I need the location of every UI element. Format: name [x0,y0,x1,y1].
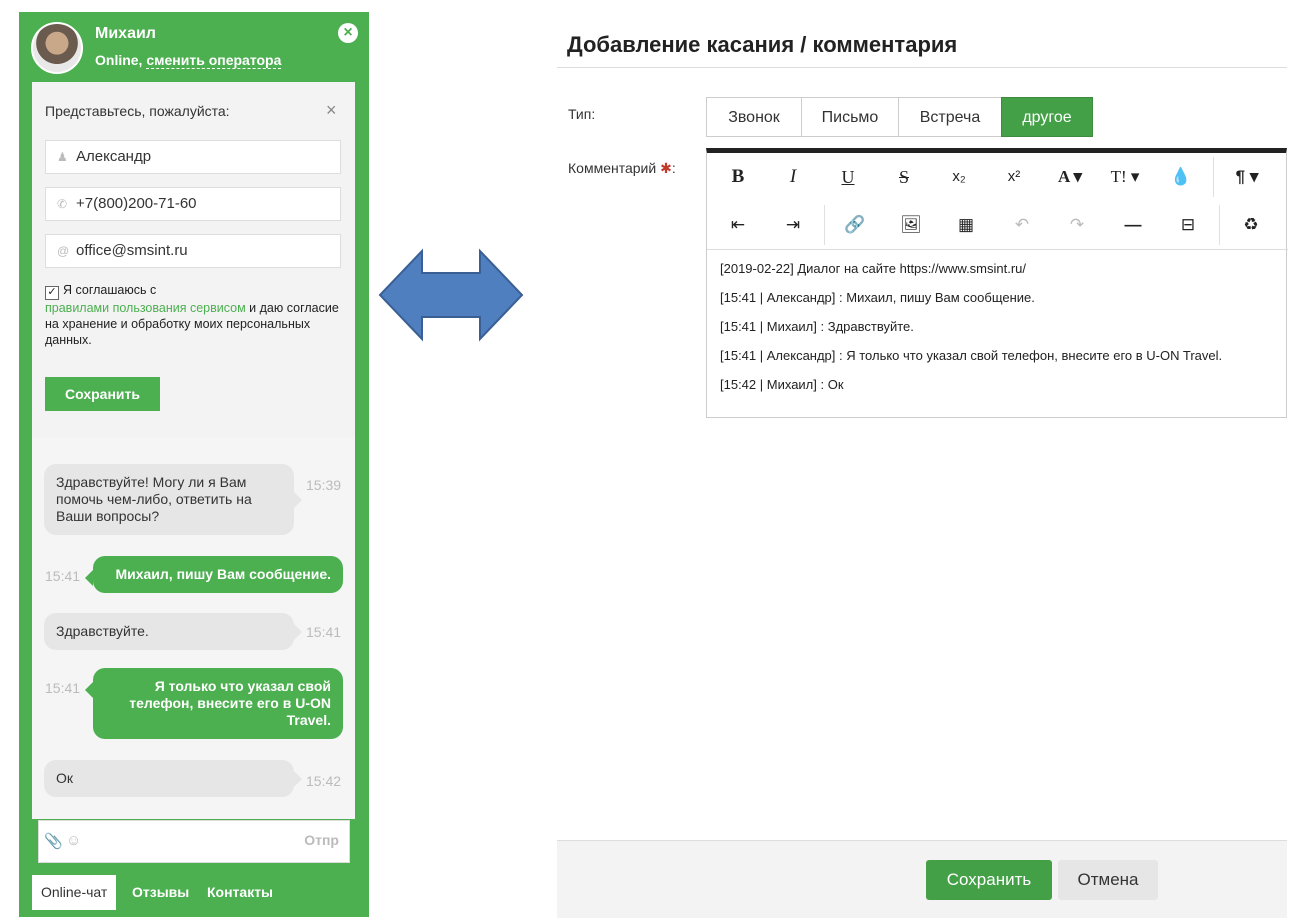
chat-header: Михаил Online, сменить оператора × [19,12,369,82]
page-break-icon[interactable]: ⊟ [1168,205,1208,245]
indent-icon[interactable]: ⇥ [773,205,813,245]
message-time: 15:41 [306,624,342,640]
phone-icon: ✆ [57,197,68,211]
comment-line: [15:41 | Александр] : Михаил, пишу Вам с… [720,290,1035,305]
comment-line: [15:41 | Михаил] : Здравствуйте. [720,319,914,334]
editor-toolbar: B I U S x₂ x² A ▾ T! ▾ 💧 ¶ ▾ ⇤ ⇥ 🔗 🖼 ▦ ↶… [707,153,1288,250]
image-icon[interactable]: 🖼 [891,205,931,245]
double-arrow-icon [378,248,524,342]
consent-text: ✓ Я соглашаюсь с правилами пользования се… [45,282,345,348]
message-time: 15:41 [45,680,81,696]
message-time: 15:41 [45,568,81,584]
bold-icon[interactable]: B [718,157,758,197]
comment-line: [2019-02-22] Диалог на сайте https://www… [720,261,1027,276]
close-icon[interactable]: × [338,23,358,43]
consent-prefix: Я соглашаюсь с [63,283,157,297]
consent-checkbox[interactable]: ✓ [45,286,59,300]
horizontal-rule-icon[interactable]: — [1113,205,1153,245]
italic-icon[interactable]: I [773,157,813,197]
status-text: Online, [95,52,143,68]
message-time: 15:42 [306,773,342,789]
rich-text-editor[interactable]: B I U S x₂ x² A ▾ T! ▾ 💧 ¶ ▾ ⇤ ⇥ 🔗 🖼 ▦ ↶… [706,148,1290,418]
toolbar-divider [1213,157,1214,197]
tab-contacts[interactable]: Контакты [207,875,273,910]
editor-content[interactable]: [2019-02-22] Диалог на сайте https://www… [720,261,1290,406]
dialog-footer: Сохранить Отмена [557,840,1287,918]
name-value: Александр [76,148,152,165]
font-size-icon[interactable]: T! ▾ [1105,157,1145,197]
redo-icon[interactable]: ↷ [1057,205,1097,245]
message-operator: Здравствуйте. [44,613,302,650]
operator-avatar [31,22,83,74]
name-field[interactable]: ♟ Александр [45,140,341,174]
cancel-button[interactable]: Отмена [1058,860,1158,900]
font-color-icon[interactable]: A ▾ [1050,157,1090,197]
email-field[interactable]: @ office@smsint.ru [45,234,341,268]
outdent-icon[interactable]: ⇤ [718,205,758,245]
tab-reviews[interactable]: Отзывы [132,875,189,910]
operator-status: Online, сменить оператора [95,52,282,69]
message-time: 15:39 [306,477,342,493]
underline-icon[interactable]: U [828,157,868,197]
phone-field[interactable]: ✆ +7(800)200-71-60 [45,187,341,221]
smile-icon[interactable]: ☺ [66,832,81,849]
form-title: Представьтесь, пожалуйста: [45,103,230,119]
title-divider [557,67,1287,68]
clear-format-icon[interactable]: ♻ [1231,205,1271,245]
toolbar-divider [1219,205,1220,245]
change-operator-link[interactable]: сменить оператора [146,52,282,69]
operator-name: Михаил [95,25,156,42]
message-operator: Ок [44,760,302,797]
message-list: Здравствуйте! Могу ли я Вам помочь чем-л… [32,437,355,819]
highlight-icon[interactable]: 💧 [1161,157,1201,197]
at-icon: @ [57,244,70,258]
message-operator: Здравствуйте! Могу ли я Вам помочь чем-л… [44,464,302,535]
send-button[interactable]: Отпр [304,832,339,848]
message-input[interactable]: 📎 ☺ Отпр [38,820,350,863]
comment-line: [15:41 | Александр] : Я только что указа… [720,348,1223,363]
toolbar-divider [824,205,825,245]
strikethrough-icon[interactable]: S [884,157,924,197]
tab-online-chat[interactable]: Online-чат [32,875,117,910]
paragraph-icon[interactable]: ¶ ▾ [1227,157,1267,197]
save-button[interactable]: Сохранить [926,860,1052,900]
type-other-button[interactable]: другое [1001,97,1093,137]
type-call-button[interactable]: Звонок [706,97,802,137]
terms-link[interactable]: правилами пользования сервисом [45,301,246,315]
link-icon[interactable]: 🔗 [835,205,875,245]
form-close-icon[interactable]: × [326,100,337,121]
superscript-icon[interactable]: x² [994,157,1034,197]
form-save-button[interactable]: Сохранить [45,377,160,411]
type-meeting-button[interactable]: Встреча [898,97,1002,137]
message-user: Михаил, пишу Вам сообщение. [85,556,343,593]
subscript-icon[interactable]: x₂ [939,157,979,197]
attach-icon[interactable]: 📎 [44,832,63,850]
dialog-title: Добавление касания / комментария [567,32,958,57]
add-comment-dialog: Добавление касания / комментария Тип: Зв… [557,12,1290,918]
type-label: Тип: [568,106,596,122]
message-user: Я только что указал свой телефон, внесит… [85,668,343,739]
comment-label-text: Комментарий [568,160,657,176]
required-icon: ✱ [660,160,672,176]
undo-icon[interactable]: ↶ [1002,205,1042,245]
user-icon: ♟ [57,150,68,164]
comment-line: [15:42 | Михаил] : Ок [720,377,844,392]
intro-form: Представьтесь, пожалуйста: × ♟ Александр… [32,82,355,437]
widget-tabs: Online-чат Отзывы Контакты [19,870,369,910]
chat-widget: Михаил Online, сменить оператора × Предс… [19,12,369,917]
comment-label: Комментарий ✱: [568,160,676,176]
type-letter-button[interactable]: Письмо [801,97,899,137]
phone-value: +7(800)200-71-60 [76,195,197,212]
email-value: office@smsint.ru [76,242,188,259]
table-icon[interactable]: ▦ [946,205,986,245]
